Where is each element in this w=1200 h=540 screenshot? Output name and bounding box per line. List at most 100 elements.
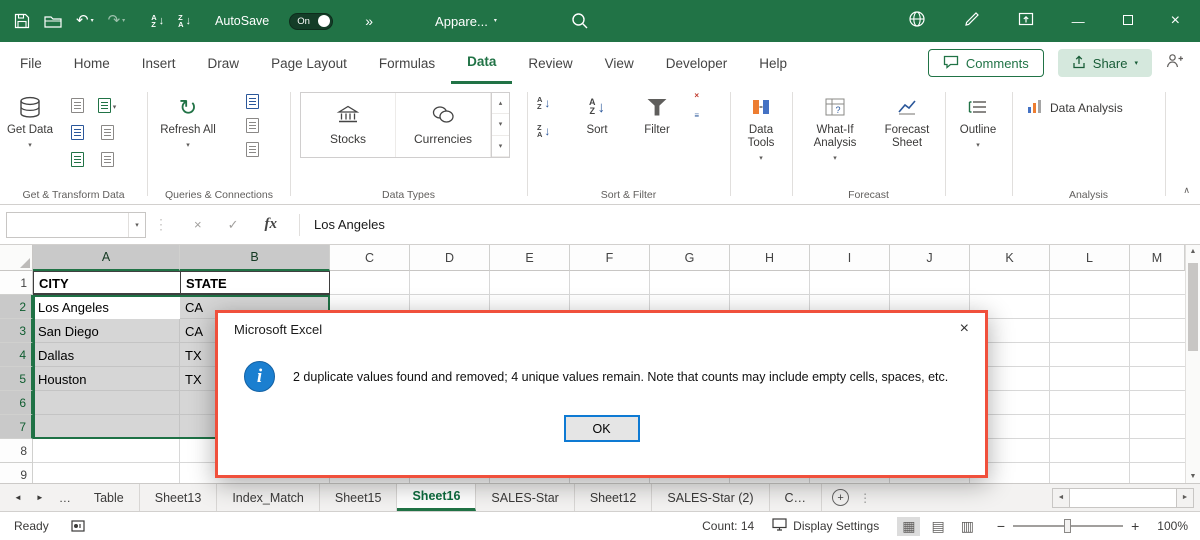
row-header-4[interactable]: 4 <box>0 343 33 367</box>
column-header-L[interactable]: L <box>1050 245 1130 271</box>
cell-A4[interactable]: Dallas <box>33 343 180 367</box>
column-header-H[interactable]: H <box>730 245 810 271</box>
comments-button[interactable]: Comments <box>927 49 1044 77</box>
sheet-nav-right-icon[interactable]: ► <box>29 484 51 511</box>
add-sheet-button[interactable]: + <box>832 489 850 506</box>
tab-review[interactable]: Review <box>512 42 588 84</box>
cell-B1[interactable]: STATE <box>181 271 330 295</box>
column-header-B[interactable]: B <box>180 245 330 271</box>
sheet-nav-left-icon[interactable]: ◄ <box>0 484 29 511</box>
sheet-tab-sales-star-2[interactable]: SALES-Star (2) <box>652 484 770 511</box>
formula-bar-content[interactable]: Los Angeles <box>314 217 385 232</box>
name-box[interactable]: ▾ <box>6 211 146 238</box>
column-header-I[interactable]: I <box>810 245 890 271</box>
column-header-K[interactable]: K <box>970 245 1050 271</box>
sheet-tab-table[interactable]: Table <box>79 484 140 511</box>
stocks-data-type[interactable]: Stocks <box>301 93 396 157</box>
zoom-out-button[interactable]: − <box>997 518 1005 534</box>
column-header-J[interactable]: J <box>890 245 970 271</box>
sheet-tab-sheet15[interactable]: Sheet15 <box>320 484 398 511</box>
cell-A6[interactable] <box>33 391 180 415</box>
row-header-3[interactable]: 3 <box>0 319 33 343</box>
from-picture-button[interactable] <box>100 152 114 167</box>
column-header-G[interactable]: G <box>650 245 730 271</box>
filter-button[interactable]: Filter <box>631 88 683 137</box>
cell-A7[interactable] <box>33 415 180 439</box>
cell-A3[interactable]: San Diego <box>33 319 180 343</box>
column-header-D[interactable]: D <box>410 245 490 271</box>
ok-button[interactable]: OK <box>563 415 640 442</box>
row-header-5[interactable]: 5 <box>0 367 33 391</box>
column-header-C[interactable]: C <box>330 245 410 271</box>
tab-page-layout[interactable]: Page Layout <box>255 42 363 84</box>
tab-insert[interactable]: Insert <box>126 42 192 84</box>
page-layout-view-button[interactable]: ▤ <box>926 517 949 536</box>
sort-descending-button[interactable]: ZA ↓ <box>178 14 191 29</box>
currencies-data-type[interactable]: Currencies <box>396 93 491 157</box>
pen-icon[interactable] <box>964 11 980 32</box>
row-header-7[interactable]: 7 <box>0 415 33 439</box>
confirm-entry-button[interactable]: ✓ <box>228 217 239 233</box>
save-icon[interactable] <box>14 13 30 29</box>
column-header-E[interactable]: E <box>490 245 570 271</box>
select-all-corner[interactable] <box>0 245 33 271</box>
row-header-9[interactable]: 9 <box>0 463 33 483</box>
ribbon-display-options-icon[interactable] <box>1018 12 1034 31</box>
insert-function-button[interactable]: fx <box>265 216 278 233</box>
sort-button[interactable]: A Z ↓ Sort <box>571 88 623 137</box>
recent-sources-button[interactable]: ▾ <box>97 98 116 113</box>
row-header-8[interactable]: 8 <box>0 439 33 463</box>
from-web-button[interactable] <box>70 125 84 140</box>
scroll-down-icon[interactable]: ▼ <box>1186 473 1200 480</box>
queries-connections-button[interactable] <box>246 94 259 109</box>
cell-A2-active[interactable]: Los Angeles <box>33 295 180 319</box>
maximize-button[interactable] <box>1122 12 1133 30</box>
sheet-tab-clipped[interactable]: C… <box>770 484 823 511</box>
share-button[interactable]: Share ▾ <box>1057 49 1152 77</box>
zoom-in-button[interactable]: + <box>1131 518 1139 534</box>
sheet-tab-sheet12[interactable]: Sheet12 <box>575 484 653 511</box>
edit-links-button[interactable] <box>246 142 259 157</box>
sheet-tab-sheet13[interactable]: Sheet13 <box>140 484 218 511</box>
drag-handle-icon[interactable]: ⋮ <box>154 216 168 233</box>
column-header-M[interactable]: M <box>1130 245 1185 271</box>
tab-home[interactable]: Home <box>58 42 126 84</box>
qat-overflow-button[interactable]: » <box>365 13 373 29</box>
outline-button[interactable]: Outline ▾ <box>953 88 1003 152</box>
zoom-level[interactable]: 100% <box>1157 519 1188 533</box>
sheet-tab-sales-star[interactable]: SALES-Star <box>476 484 575 511</box>
scroll-up-icon[interactable]: ▲ <box>1186 248 1200 255</box>
tab-data[interactable]: Data <box>451 42 513 84</box>
zoom-slider[interactable] <box>1013 519 1124 533</box>
from-table-range-button[interactable] <box>70 152 84 167</box>
tab-draw[interactable]: Draw <box>192 42 256 84</box>
gallery-up-button[interactable]: ▴ <box>492 93 509 115</box>
close-button[interactable]: × <box>1171 12 1180 30</box>
vertical-scroll-thumb[interactable] <box>1188 263 1198 351</box>
row-header-2[interactable]: 2 <box>0 295 33 319</box>
normal-view-button[interactable]: ▦ <box>897 516 921 536</box>
cell-A5[interactable]: Houston <box>33 367 180 391</box>
hscroll-right-icon[interactable]: ► <box>1176 487 1194 508</box>
forecast-sheet-button[interactable]: Forecast Sheet <box>876 88 938 150</box>
redo-button[interactable]: ↷ ▾ <box>108 13 126 29</box>
collapse-ribbon-button[interactable]: ∧ <box>1183 185 1190 196</box>
autosave-toggle[interactable]: On <box>289 12 334 30</box>
globe-icon[interactable] <box>908 10 926 33</box>
tab-view[interactable]: View <box>589 42 650 84</box>
undo-button[interactable]: ↶ ▾ <box>76 13 94 29</box>
tab-help[interactable]: Help <box>743 42 803 84</box>
horizontal-scrollbar[interactable]: ◄ ► <box>1052 487 1194 508</box>
vertical-scrollbar[interactable]: ▲ ▼ <box>1185 245 1200 483</box>
hscroll-left-icon[interactable]: ◄ <box>1052 487 1070 508</box>
get-data-button[interactable]: Get Data ▾ <box>6 88 54 152</box>
sheet-tab-sheet16-active[interactable]: Sheet16 <box>397 484 477 511</box>
workbook-name-dropdown[interactable]: Appare... ▾ <box>435 14 497 29</box>
sheet-list-ellipsis-button[interactable]: … <box>51 484 79 511</box>
people-icon[interactable] <box>1166 53 1184 73</box>
tab-file[interactable]: File <box>0 42 58 84</box>
sort-za-button[interactable]: ZA ↓ <box>537 124 550 139</box>
dialog-close-button[interactable]: × <box>960 320 969 338</box>
page-break-view-button[interactable]: ▥ <box>956 517 979 536</box>
macro-record-icon[interactable] <box>71 520 85 532</box>
